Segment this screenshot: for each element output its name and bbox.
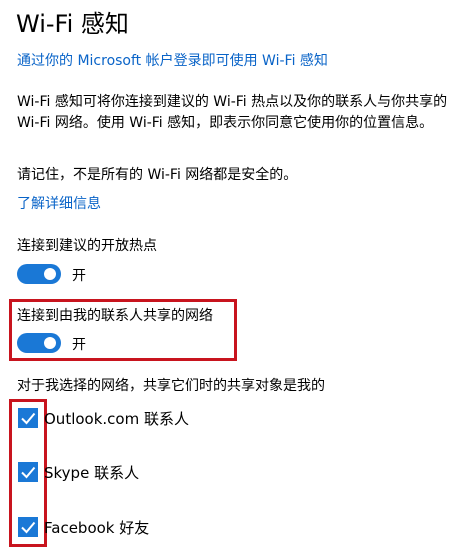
check-icon xyxy=(21,412,36,425)
outlook-contacts-label: Outlook.com 联系人 xyxy=(44,410,189,428)
skype-contacts-label: Skype 联系人 xyxy=(44,464,140,482)
facebook-friends-checkbox[interactable] xyxy=(18,517,38,537)
check-icon xyxy=(21,466,36,479)
open-hotspots-label: 连接到建议的开放热点 xyxy=(17,238,157,254)
skype-contacts-checkbox[interactable] xyxy=(18,462,38,482)
check-icon xyxy=(21,521,36,534)
outlook-contacts-checkbox[interactable] xyxy=(18,408,38,428)
open-hotspots-state: 开 xyxy=(72,268,86,284)
sharing-label: 对于我选择的网络，共享它们时的共享对象是我的 xyxy=(17,378,325,394)
contacts-networks-toggle[interactable] xyxy=(17,333,61,353)
description-text: Wi-Fi 感知可将你连接到建议的 Wi-Fi 热点以及你的联系人与你共享的 W… xyxy=(17,94,448,131)
page-title: Wi-Fi 感知 xyxy=(16,10,129,38)
contacts-networks-state: 开 xyxy=(72,337,86,353)
contacts-networks-label: 连接到由我的联系人共享的网络 xyxy=(17,308,213,324)
toggle-knob xyxy=(44,268,56,280)
open-hotspots-toggle[interactable] xyxy=(17,264,61,284)
toggle-knob xyxy=(44,337,56,349)
security-note: 请记住，不是所有的 Wi-Fi 网络都是安全的。 xyxy=(17,167,298,183)
signin-link[interactable]: 通过你的 Microsoft 帐户登录即可使用 Wi-Fi 感知 xyxy=(17,50,328,70)
facebook-friends-label: Facebook 好友 xyxy=(44,519,150,537)
learn-more-link[interactable]: 了解详细信息 xyxy=(17,193,101,213)
